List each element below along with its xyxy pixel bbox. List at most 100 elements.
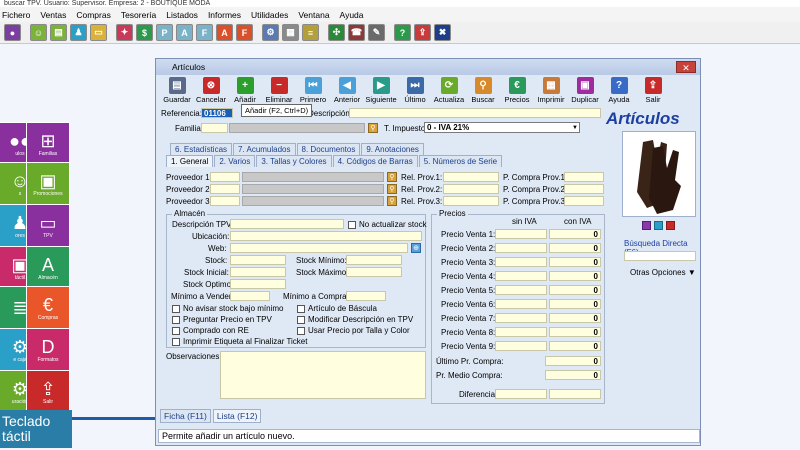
ubicacion-input[interactable] [230,231,422,241]
menu-item[interactable]: Listados [166,10,198,20]
exit-icon[interactable]: ⇪ [414,24,431,41]
compras-tile[interactable]: € Compras [26,286,70,330]
p-compra-input[interactable] [564,184,604,194]
precio-sin-iva-input[interactable] [495,243,547,253]
precio-sin-iva-input[interactable] [495,285,547,295]
network-icon[interactable]: ✣ [328,24,345,41]
minimo-comprar-input[interactable] [346,291,386,301]
precio-con-iva-input[interactable]: 0 [549,341,601,351]
precio-sin-iva-input[interactable] [495,271,547,281]
proveedor-code-input[interactable] [210,196,240,206]
stock-input[interactable] [230,255,286,265]
check-right-1[interactable]: Modificar Descripción en TPV [297,315,413,324]
observaciones-textarea[interactable] [220,351,426,399]
familia-input[interactable] [201,123,228,133]
menu-item[interactable]: Utilidades [251,10,288,20]
medio-compra-value[interactable]: 0 [545,370,601,380]
p-compra-input[interactable] [564,196,604,206]
check-left-3[interactable]: Imprimir Etiqueta al Finalizar Ticket [172,337,307,346]
view-tab[interactable]: Lista (F12) [212,409,262,423]
tab[interactable]: 9. Anotaciones [361,143,424,155]
proveedor-search-icon[interactable]: ⚲ [387,172,397,182]
book-icon[interactable]: ▦ [282,24,299,41]
p-icon[interactable]: P [156,24,173,41]
families-tile[interactable]: ⊞ Familias [26,122,70,166]
desc-tpv-input[interactable] [230,219,344,229]
precio-con-iva-input[interactable]: 0 [549,243,601,253]
precio-con-iva-input[interactable]: 0 [549,285,601,295]
busqueda-input[interactable] [624,251,696,261]
delete-icon[interactable] [666,221,675,230]
check-left-1[interactable]: Preguntar Precio en TPV [172,315,272,324]
menu-item[interactable]: Compras [76,10,110,20]
almacen-tile[interactable]: A Almacén [26,246,70,290]
precio-con-iva-input[interactable]: 0 [549,271,601,281]
stock-optimo-input[interactable] [230,279,286,289]
precio-sin-iva-input[interactable] [495,229,547,239]
check-right-2[interactable]: Usar Precio por Talla y Color [297,326,410,335]
check-left-0[interactable]: No avisar stock bajo mínimo [172,304,283,313]
descripcion-input[interactable] [349,108,601,118]
minimo-vender-input[interactable] [230,291,270,301]
a-red-icon[interactable]: A [216,24,233,41]
promos-tile[interactable]: ▣ Promociones [26,162,70,206]
f-red-icon[interactable]: F [236,24,253,41]
proveedor-search-icon[interactable]: ⚲ [387,184,397,194]
money-icon[interactable]: $ [136,24,153,41]
otras-opciones-menu[interactable]: Otras Opciones ▼ [630,268,696,277]
tab[interactable]: 5. Números de Serie [418,155,503,167]
tpv-tile[interactable]: ▭ TPV [26,204,70,248]
familia-search-icon[interactable]: ⚲ [368,123,378,133]
precio-sin-iva-input[interactable] [495,313,547,323]
salir-tile[interactable]: ⇪ Salir [26,370,70,414]
rel-prov-input[interactable] [443,172,499,182]
precio-con-iva-input[interactable]: 0 [549,257,601,267]
tab[interactable]: 7. Acumulados [233,143,296,155]
precio-con-iva-input[interactable]: 0 [549,229,601,239]
menu-item[interactable]: Ventana [298,10,329,20]
proveedor-code-input[interactable] [210,184,240,194]
gear-icon[interactable]: ⚙ [262,24,279,41]
tab[interactable]: 3. Tallas y Colores [256,155,332,167]
eye-icon[interactable] [654,221,663,230]
users-icon[interactable]: ● [4,24,21,41]
stock-inicial-input[interactable] [230,267,286,277]
menu-item[interactable]: Tesorería [121,10,156,20]
tab[interactable]: 8. Documentos [296,143,361,155]
stock-minimo-input[interactable] [346,255,402,265]
menu-item[interactable]: Ayuda [340,10,364,20]
tab[interactable]: 1. General [166,155,214,167]
doc-icon[interactable]: ▤ [50,24,67,41]
stock-maximo-input[interactable] [346,267,402,277]
f-icon[interactable]: F [196,24,213,41]
web-link-icon[interactable]: ⊕ [411,243,421,253]
pencil-icon[interactable]: ✎ [368,24,385,41]
tab[interactable]: 2. Varios [214,155,256,167]
proveedor-code-input[interactable] [210,172,240,182]
phone-icon[interactable]: ☎ [348,24,365,41]
a-icon[interactable]: A [176,24,193,41]
help-icon[interactable]: ? [394,24,411,41]
referencia-input[interactable]: 01106 [201,108,233,118]
check-right-0[interactable]: Artículo de Báscula [297,304,377,313]
list-icon[interactable]: ≡ [302,24,319,41]
tools-icon[interactable]: ✖ [434,24,451,41]
rel-prov-input[interactable] [443,196,499,206]
precio-con-iva-input[interactable]: 0 [549,327,601,337]
formatos-tile[interactable]: D Formatos [26,328,70,372]
no-actualizar-stock-checkbox[interactable]: No actualizar stock [348,220,427,229]
menu-item[interactable]: Informes [208,10,241,20]
precio-sin-iva-input[interactable] [495,299,547,309]
proveedor-search-icon[interactable]: ⚲ [387,196,397,206]
precio-con-iva-input[interactable]: 0 [549,313,601,323]
p-compra-input[interactable] [564,172,604,182]
tab[interactable]: 4. Códigos de Barras [332,155,418,167]
precio-sin-iva-input[interactable] [495,327,547,337]
precio-sin-iva-input[interactable] [495,341,547,351]
precio-sin-iva-input[interactable] [495,257,547,267]
web-input[interactable] [230,243,408,253]
check-left-2[interactable]: Comprado con RE [172,326,249,335]
person-icon[interactable]: ♟ [70,24,87,41]
image-icon[interactable] [642,221,651,230]
ultimo-compra-value[interactable]: 0 [545,356,601,366]
